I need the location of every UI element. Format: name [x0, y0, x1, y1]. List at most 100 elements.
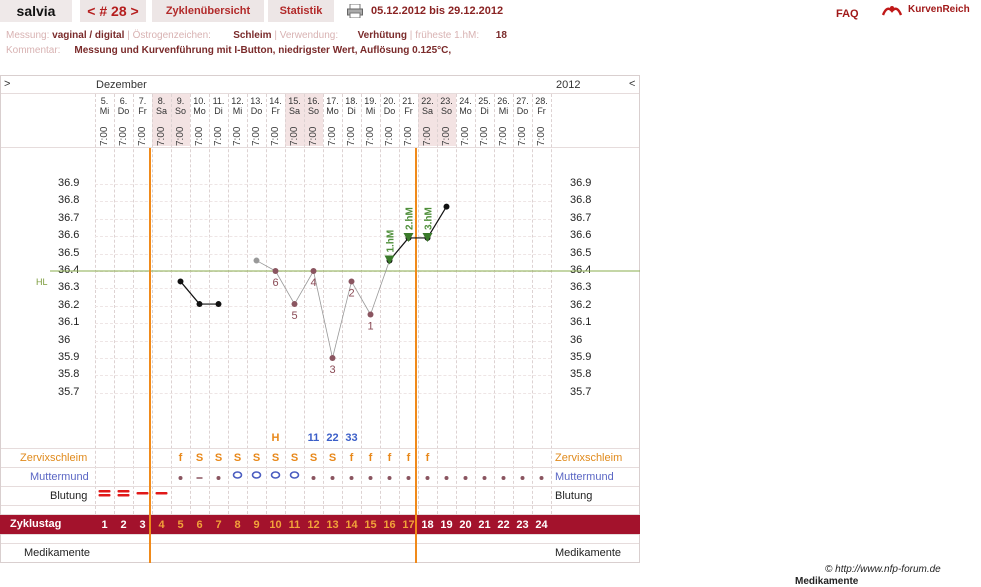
kommentar-label: Kommentar:	[6, 45, 61, 56]
zervix-mark: f	[406, 452, 411, 464]
day-number: 20.	[383, 96, 396, 106]
y-tick-left: 36.1	[58, 316, 80, 328]
measure-time: 7:00	[346, 126, 357, 146]
zervix-mark: S	[309, 452, 318, 464]
year-label: 2012	[556, 79, 581, 91]
nav-prev-button[interactable]: >	[4, 78, 10, 90]
grid-vline	[418, 94, 419, 514]
cycle-day: 2	[120, 519, 127, 531]
row-divider	[1, 505, 639, 506]
day-number: 11.	[212, 96, 225, 106]
cycle-day: 3	[139, 519, 146, 531]
zervix-mark: f	[349, 452, 354, 464]
row-divider	[1, 448, 639, 449]
day-number: 15.	[288, 96, 301, 106]
y-tick-left: 36.4	[58, 264, 80, 276]
weekday-label: Mo	[193, 106, 206, 116]
day-number: 7.	[138, 96, 147, 106]
measure-time: 7:00	[289, 126, 300, 146]
grid-hline	[95, 323, 551, 324]
measure-time: 7:00	[99, 126, 110, 146]
y-tick-right: 36.2	[570, 299, 592, 311]
cycle-day: 21	[478, 519, 491, 531]
cycle-day: 19	[440, 519, 453, 531]
muttermund-label-right: Muttermund	[555, 471, 614, 483]
grid-hline	[95, 219, 551, 220]
cycle-day: 14	[345, 519, 358, 531]
day-number: 21.	[402, 96, 415, 106]
medikamente-label-left: Medikamente	[24, 547, 91, 559]
cycle-day: 24	[535, 519, 548, 531]
cycle-day: 7	[215, 519, 222, 531]
brand-link[interactable]: KurvenReich	[908, 4, 970, 15]
grid-vline	[494, 94, 495, 514]
measure-time: 7:00	[270, 126, 281, 146]
day-number: 10.	[193, 96, 206, 106]
grid-hline	[95, 341, 551, 342]
grid-vline	[361, 94, 362, 514]
measure-time: 7:00	[156, 126, 167, 146]
footer-credit[interactable]: © http://www.nfp-forum.de	[825, 564, 941, 575]
nav-next-button[interactable]: <	[629, 78, 635, 90]
tab-statistik[interactable]: Statistik	[268, 0, 334, 22]
grid-vline	[551, 94, 552, 514]
day-number: 14.	[269, 96, 282, 106]
grid-hline	[95, 271, 551, 272]
weekday-label: Fr	[138, 106, 147, 116]
weekday-label: So	[174, 106, 186, 116]
printer-icon[interactable]	[347, 4, 363, 18]
measure-time: 7:00	[308, 126, 319, 146]
weekday-label: So	[307, 106, 319, 116]
cycle-day: 6	[196, 519, 203, 531]
tab-zyklenuebersicht[interactable]: Zyklenübersicht	[152, 0, 264, 22]
grid-vline	[95, 94, 96, 514]
y-tick-right: 35.7	[570, 386, 592, 398]
y-tick-right: 35.9	[570, 351, 592, 363]
zervix-mark: S	[271, 452, 280, 464]
y-tick-right: 36.8	[570, 194, 592, 206]
weekday-label: Di	[214, 106, 223, 116]
grid-hline	[95, 201, 551, 202]
y-tick-right: 36.4	[570, 264, 592, 276]
weekday-label: Mo	[326, 106, 339, 116]
y-tick-right: 36.6	[570, 229, 592, 241]
day-number: 6.	[119, 96, 128, 106]
zervix-mark: f	[387, 452, 392, 464]
grid-vline	[513, 94, 514, 514]
grid-vline	[228, 94, 229, 514]
cycle-day: 1	[101, 519, 108, 531]
zervix-mark: f	[178, 452, 183, 464]
zervix-mark: S	[290, 452, 299, 464]
y-tick-right: 36.9	[570, 177, 592, 189]
cycle-day: 10	[269, 519, 282, 531]
measure-time: 7:00	[118, 126, 129, 146]
y-tick-left: 35.7	[58, 386, 80, 398]
muttermund-label-left: Muttermund	[30, 471, 89, 483]
username-tab[interactable]: salvia	[0, 0, 72, 22]
zyklustag-label: Zyklustag	[10, 518, 62, 530]
grid-vline	[380, 94, 381, 514]
faq-link[interactable]: FAQ	[836, 8, 859, 20]
cycle-day: 11	[288, 519, 301, 531]
zervix-peak-mark: 11	[307, 432, 320, 444]
cycle-day: 15	[364, 519, 377, 531]
cycle-day: 13	[326, 519, 339, 531]
weekday-label: Fr	[271, 106, 280, 116]
day-number: 5.	[100, 96, 109, 106]
measure-time: 7:00	[422, 126, 433, 146]
weekday-label: Sa	[288, 106, 300, 116]
month-label: Dezember	[96, 79, 147, 91]
weekday-label: Do	[250, 106, 263, 116]
weekday-label: Mi	[498, 106, 509, 116]
measure-time: 7:00	[441, 126, 452, 146]
cycle-navigator[interactable]: < # 28 >	[80, 0, 146, 22]
zervix-mark: S	[252, 452, 261, 464]
grid-vline	[114, 94, 115, 514]
measure-time: 7:00	[137, 126, 148, 146]
hl-label: HL	[36, 277, 48, 287]
y-tick-left: 36.3	[58, 281, 80, 293]
date-range: 05.12.2012 bis 29.12.2012	[371, 5, 504, 17]
measure-time: 7:00	[194, 126, 205, 146]
grid-vline	[475, 94, 476, 514]
weekday-label: Sa	[155, 106, 167, 116]
